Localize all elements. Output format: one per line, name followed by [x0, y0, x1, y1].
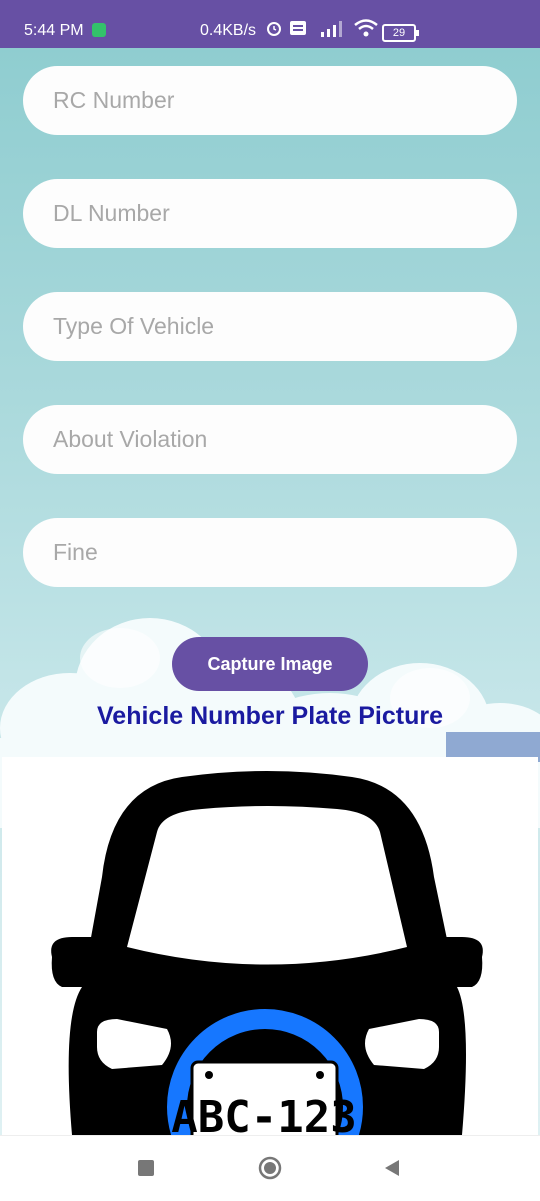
- plate-number-text: ABC-123: [171, 1092, 356, 1135]
- vehicle-type-input[interactable]: [51, 312, 517, 341]
- violation-field[interactable]: [23, 405, 517, 474]
- battery-icon: 29: [382, 24, 419, 42]
- status-icons: [265, 18, 379, 38]
- picture-section-title: Vehicle Number Plate Picture: [97, 702, 443, 730]
- car-plate-image: ABC-123: [51, 771, 483, 1135]
- system-nav-bar: [0, 1135, 540, 1201]
- volte-icon: [290, 21, 306, 35]
- form-screen: Capture Image Vehicle Number Plate Pictu…: [0, 48, 540, 1135]
- notification-app-icon: [92, 23, 106, 37]
- vehicle-type-field[interactable]: [23, 292, 517, 361]
- alarm-icon: [267, 22, 281, 36]
- fine-input[interactable]: [51, 538, 517, 567]
- back-triangle-icon[interactable]: [380, 1156, 404, 1180]
- wifi-icon: [354, 19, 378, 37]
- network-speed: 0.4KB/s: [200, 22, 257, 39]
- home-circle-icon[interactable]: [258, 1156, 282, 1180]
- capture-image-button[interactable]: Capture Image: [172, 637, 368, 691]
- recents-square-icon[interactable]: [134, 1156, 158, 1180]
- rc-number-input[interactable]: [51, 86, 517, 115]
- status-time: 5:44 PM: [24, 22, 84, 39]
- number-plate-picture: ABC-123: [2, 757, 538, 1135]
- fine-field[interactable]: [23, 518, 517, 587]
- signal-4g-icon: [321, 21, 342, 37]
- status-bar: 5:44 PM 0.4KB/s 29: [0, 0, 540, 48]
- dl-number-field[interactable]: [23, 179, 517, 248]
- dl-number-input[interactable]: [51, 199, 517, 228]
- violation-input[interactable]: [51, 425, 517, 454]
- rc-number-field[interactable]: [23, 66, 517, 135]
